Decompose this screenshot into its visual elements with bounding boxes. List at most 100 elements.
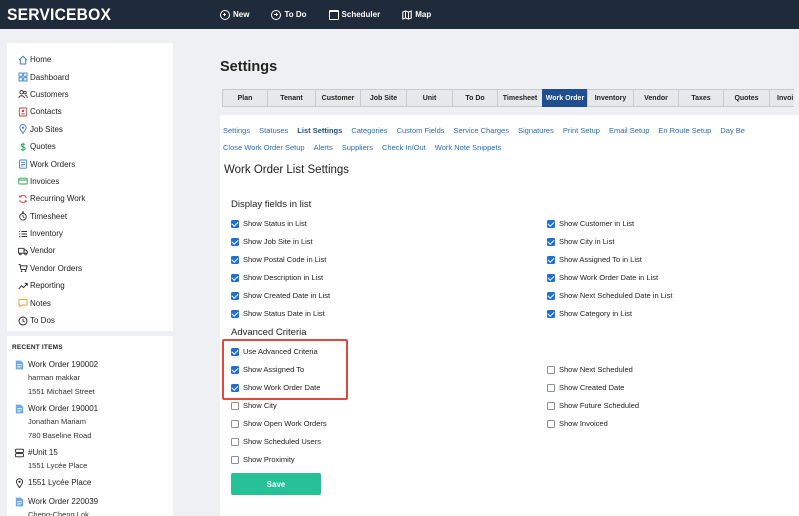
tab-plan[interactable]: Plan: [222, 89, 267, 107]
checkbox[interactable]: [547, 383, 555, 392]
advanced-checkbox-row[interactable]: Show Invoiced: [547, 419, 608, 428]
sidebar-item-recurring-work[interactable]: Recurring Work: [7, 190, 173, 207]
display-checkbox-row[interactable]: Show City in List: [547, 237, 614, 246]
sublink-alerts[interactable]: Alerts: [314, 143, 333, 152]
tab-timesheet[interactable]: Timesheet: [497, 89, 542, 107]
sublink-en-route-setup[interactable]: En Route Setup: [658, 126, 711, 135]
sublink-suppliers[interactable]: Suppliers: [342, 143, 373, 152]
checkbox[interactable]: [231, 437, 239, 446]
advanced-checkbox-row[interactable]: Use Advanced Criteria: [231, 347, 318, 356]
advanced-checkbox-row[interactable]: Show Work Order Date: [231, 383, 320, 392]
app-logo[interactable]: SERVICEBOX: [7, 5, 111, 25]
tab-inventory[interactable]: Inventory: [587, 89, 633, 107]
checkbox[interactable]: [231, 401, 239, 410]
checkbox[interactable]: [231, 365, 239, 374]
sublink-categories[interactable]: Categories: [351, 126, 387, 135]
checkbox[interactable]: [547, 291, 555, 300]
recent-item[interactable]: Work Order 220039 Cheng-Cheng Lok: [13, 495, 98, 516]
tab-customer[interactable]: Customer: [315, 89, 360, 107]
sidebar-item-contacts[interactable]: Contacts: [7, 103, 173, 120]
checkbox[interactable]: [231, 347, 239, 356]
checkbox[interactable]: [231, 309, 239, 318]
todo-button[interactable]: To Do: [271, 9, 307, 20]
advanced-checkbox-row[interactable]: Show Scheduled Users: [231, 437, 321, 446]
checkbox[interactable]: [547, 401, 555, 410]
checkbox[interactable]: [547, 419, 555, 428]
sidebar-item-job-sites[interactable]: Job Sites: [7, 121, 173, 138]
sublink-service-charges[interactable]: Service Charges: [454, 126, 509, 135]
sidebar-item-invoices[interactable]: Invoices: [7, 173, 173, 190]
display-checkbox-row[interactable]: Show Customer in List: [547, 219, 634, 228]
sublink-settings[interactable]: Settings: [223, 126, 250, 135]
checkbox[interactable]: [231, 273, 239, 282]
checkbox[interactable]: [231, 219, 239, 228]
display-checkbox-row[interactable]: Show Assigned To in List: [547, 255, 642, 264]
sublink-work-note-snippets[interactable]: Work Note Snippets: [435, 143, 502, 152]
tab-work-order[interactable]: Work Order: [542, 89, 587, 107]
checkbox[interactable]: [547, 237, 555, 246]
advanced-checkbox-row[interactable]: Show Future Scheduled: [547, 401, 639, 410]
tab-invoices[interactable]: Invoi: [769, 89, 794, 107]
sidebar-item-reporting[interactable]: Reporting: [7, 277, 173, 294]
tab-unit[interactable]: Unit: [406, 89, 452, 107]
checkbox[interactable]: [547, 219, 555, 228]
display-checkbox-row[interactable]: Show Postal Code in List: [231, 255, 326, 264]
new-button[interactable]: New: [220, 9, 249, 20]
sidebar-item-timesheet[interactable]: Timesheet: [7, 208, 173, 225]
recent-item[interactable]: Work Order 190001 Jonathan Mariam 780 Ba…: [13, 402, 98, 443]
save-button[interactable]: Save: [231, 473, 321, 495]
tab-taxes[interactable]: Taxes: [678, 89, 723, 107]
sublink-signatures[interactable]: Signatures: [518, 126, 554, 135]
display-checkbox-row[interactable]: Show Next Scheduled Date in List: [547, 291, 672, 300]
checkbox[interactable]: [231, 455, 239, 464]
checkbox[interactable]: [231, 255, 239, 264]
checkbox[interactable]: [231, 383, 239, 392]
sidebar-item-dashboard[interactable]: Dashboard: [7, 68, 173, 85]
advanced-checkbox-row[interactable]: Show Created Date: [547, 383, 624, 392]
checkbox[interactable]: [231, 237, 239, 246]
sublink-day-be[interactable]: Day Be: [720, 126, 745, 135]
display-checkbox-row[interactable]: Show Created Date in List: [231, 291, 330, 300]
sublink-check-in-out[interactable]: Check In/Out: [382, 143, 426, 152]
checkbox[interactable]: [547, 273, 555, 282]
advanced-checkbox-row[interactable]: Show Proximity: [231, 455, 295, 464]
advanced-checkbox-row[interactable]: Show Next Scheduled: [547, 365, 633, 374]
display-checkbox-row[interactable]: Show Category in List: [547, 309, 632, 318]
tab-tenant[interactable]: Tenant: [267, 89, 315, 107]
sidebar-item-home[interactable]: Home: [7, 51, 173, 68]
sublink-statuses[interactable]: Statuses: [259, 126, 288, 135]
tab-quotes[interactable]: Quotes: [723, 89, 769, 107]
checkbox[interactable]: [231, 419, 239, 428]
display-checkbox-row[interactable]: Show Status in List: [231, 219, 307, 228]
checkbox[interactable]: [547, 365, 555, 374]
sublink-custom-fields[interactable]: Custom Fields: [397, 126, 445, 135]
checkbox[interactable]: [547, 255, 555, 264]
sidebar-item-vendor-orders[interactable]: Vendor Orders: [7, 260, 173, 277]
sidebar-item-notes[interactable]: Notes: [7, 294, 173, 311]
display-checkbox-row[interactable]: Show Description in List: [231, 273, 323, 282]
tab-vendor[interactable]: Vendor: [633, 89, 678, 107]
sidebar-item-customers[interactable]: Customers: [7, 86, 173, 103]
display-checkbox-row[interactable]: Show Status Date in List: [231, 309, 325, 318]
sidebar-item-inventory[interactable]: Inventory: [7, 225, 173, 242]
sidebar-item-quotes[interactable]: Quotes: [7, 138, 173, 155]
sidebar-item-work-orders[interactable]: Work Orders: [7, 155, 173, 172]
sidebar-item-vendor[interactable]: Vendor: [7, 242, 173, 259]
sublink-email-setup[interactable]: Email Setup: [609, 126, 649, 135]
display-checkbox-row[interactable]: Show Work Order Date in List: [547, 273, 658, 282]
advanced-checkbox-row[interactable]: Show Assigned To: [231, 365, 304, 374]
checkbox[interactable]: [547, 309, 555, 318]
map-button[interactable]: Map: [402, 9, 431, 20]
checkbox[interactable]: [231, 291, 239, 300]
display-checkbox-row[interactable]: Show Job Site in List: [231, 237, 313, 246]
recent-item[interactable]: 1551 Lycée Place: [13, 476, 98, 489]
sidebar-item-to-dos[interactable]: To Dos: [7, 312, 173, 329]
recent-item[interactable]: #Unit 15 1551 Lycée Place: [13, 446, 98, 473]
sublink-close-work-order-setup[interactable]: Close Work Order Setup: [223, 143, 305, 152]
sublink-list-settings[interactable]: List Settings: [297, 126, 342, 135]
scheduler-button[interactable]: Scheduler: [328, 9, 380, 20]
tab-to-do[interactable]: To Do: [452, 89, 497, 107]
recent-item[interactable]: Work Order 190002 harman makkar 1551 Mic…: [13, 358, 98, 399]
sublink-print-setup[interactable]: Print Setup: [563, 126, 600, 135]
advanced-checkbox-row[interactable]: Show Open Work Orders: [231, 419, 327, 428]
